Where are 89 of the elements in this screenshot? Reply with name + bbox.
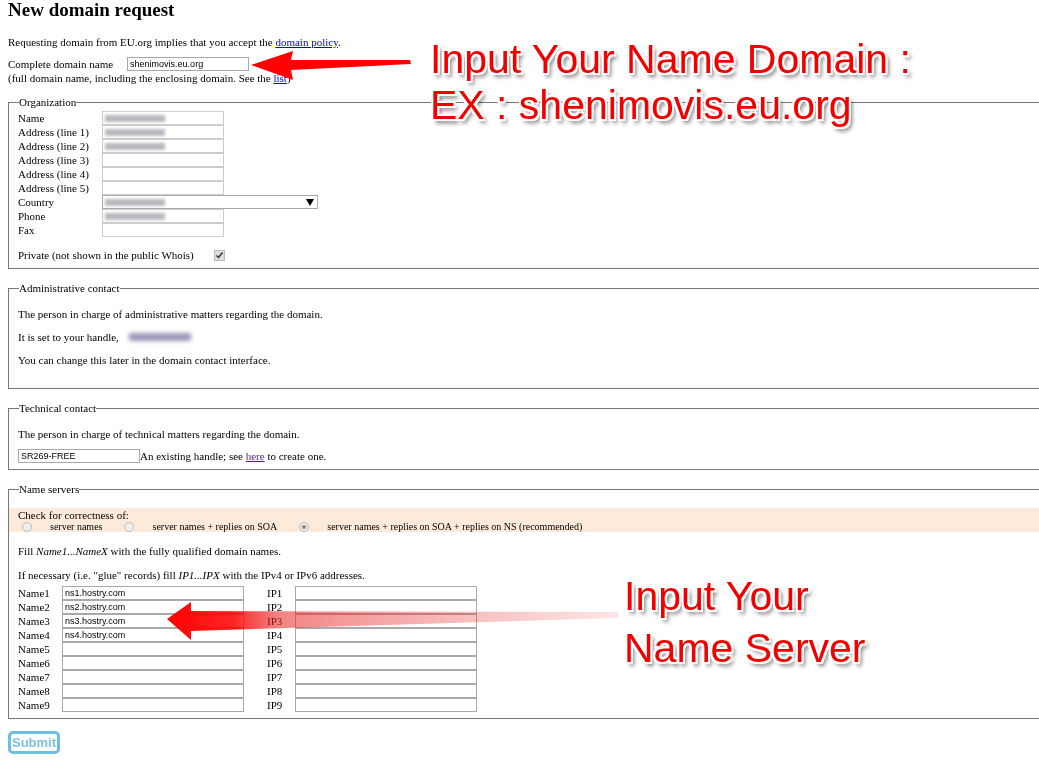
field-label: Country xyxy=(18,195,56,209)
dropdown-caret-icon xyxy=(306,198,314,206)
input-field[interactable] xyxy=(295,684,477,698)
section-legend: Technical contact xyxy=(19,401,97,415)
field-label: Address (line 5) xyxy=(18,181,90,195)
section-legend: Name servers xyxy=(19,482,80,496)
radio-label: server names + replies on SOA xyxy=(152,521,278,532)
field-label: Phone xyxy=(18,209,47,223)
annotation-text: EX : shenimovis.eu.org xyxy=(430,82,853,128)
field-label: IP6 xyxy=(267,656,284,670)
intro-text: Requesting domain from EU.org implies that you accept the domain policy. xyxy=(8,35,342,49)
list-link[interactable]: list xyxy=(273,72,287,84)
input-field[interactable] xyxy=(102,167,224,181)
field-label: IP5 xyxy=(267,642,284,656)
field-label: Fax xyxy=(18,223,36,237)
input-field[interactable] xyxy=(295,642,477,656)
field-label: Name3 xyxy=(18,614,51,628)
input-field[interactable] xyxy=(102,111,224,125)
page-title: New domain request xyxy=(8,0,176,20)
checkbox[interactable] xyxy=(213,249,225,261)
field-label: IP8 xyxy=(267,684,284,698)
field-label: Complete domain name xyxy=(8,57,114,71)
field-label: Address (line 3) xyxy=(18,153,90,167)
field-label: Name2 xyxy=(18,600,51,614)
input-field[interactable] xyxy=(102,139,224,153)
annotation-text: Input Your xyxy=(624,572,810,621)
radio-label: server names + replies on SOA + replies on NS (recommended) xyxy=(327,521,583,532)
redacted-value xyxy=(105,129,165,136)
redacted-value xyxy=(105,115,165,122)
note-text: You can change this later in the domain contact interface. xyxy=(18,353,272,367)
country-select[interactable] xyxy=(102,195,318,209)
handle-label: It is set to your handle, xyxy=(18,330,119,344)
field-label: Name6 xyxy=(18,656,51,670)
input-field[interactable] xyxy=(102,153,224,167)
radio-button[interactable] xyxy=(124,521,135,532)
domain-policy-link[interactable]: domain policy xyxy=(275,36,338,48)
section-legend: Administrative contact xyxy=(19,281,120,295)
section-legend: Organization xyxy=(19,95,77,109)
description-text: The person in charge of administrative matters regarding the domain. xyxy=(18,307,324,321)
input-field[interactable]: ns2.hostry.com xyxy=(62,600,244,614)
field-label: Name5 xyxy=(18,642,51,656)
input-field[interactable] xyxy=(102,125,224,139)
field-label: Name8 xyxy=(18,684,51,698)
input-field[interactable] xyxy=(295,670,477,684)
input-field[interactable] xyxy=(295,628,477,642)
input-field[interactable] xyxy=(295,656,477,670)
note-text: An existing handle; see here to create one. xyxy=(140,449,327,463)
redacted-value xyxy=(105,199,165,206)
redacted-value xyxy=(105,213,165,220)
field-label: Address (line 4) xyxy=(18,167,90,181)
field-label: Name1 xyxy=(18,586,51,600)
radio-button[interactable] xyxy=(22,521,32,532)
field-label: IP3 xyxy=(267,614,284,628)
input-field[interactable] xyxy=(102,223,224,237)
field-label: IP4 xyxy=(267,628,284,642)
field-label: Name9 xyxy=(18,698,51,712)
input-field[interactable] xyxy=(295,698,477,712)
here-link[interactable]: here xyxy=(245,450,265,462)
instruction-text: If necessary (i.e. "glue" records) fill IP1...IPX with the IPv4 or IPv6 addresses. xyxy=(18,568,366,582)
checkbox-label: Private (not shown in the public Whois) xyxy=(18,248,194,262)
annotation-text: Name Server xyxy=(624,624,866,673)
field-label: Name xyxy=(18,111,46,125)
field-label: Address (line 2) xyxy=(18,139,90,153)
radio-label: server names xyxy=(50,521,103,532)
input-field[interactable] xyxy=(62,684,244,698)
domain-input-field[interactable]: shenimovis.eu.org xyxy=(127,57,250,71)
input-field[interactable] xyxy=(102,181,224,195)
field-label: IP7 xyxy=(267,670,284,684)
field-label: IP2 xyxy=(267,600,284,614)
description-text: The person in charge of technical matters regarding the domain. xyxy=(18,427,301,441)
input-field[interactable] xyxy=(62,670,244,684)
field-label: Name7 xyxy=(18,670,51,684)
field-label: IP1 xyxy=(267,586,284,600)
instruction-text: Fill Name1...NameX with the fully qualified domain names. xyxy=(18,544,283,558)
input-field[interactable] xyxy=(102,209,224,223)
check-label: Check for correctness of: xyxy=(18,509,130,521)
field-label: Address (line 1) xyxy=(18,125,90,139)
field-label: Name4 xyxy=(18,628,51,642)
field-label: IP9 xyxy=(267,698,284,712)
annotation-text: Input Your Name Domain : xyxy=(430,36,911,82)
input-field[interactable] xyxy=(62,698,244,712)
input-field[interactable] xyxy=(295,586,477,600)
input-field[interactable]: ns1.hostry.com xyxy=(62,586,244,600)
handle-input-field[interactable]: SR269-FREE xyxy=(18,449,140,463)
input-field[interactable]: ns4.hostry.com xyxy=(62,628,244,642)
redacted-value xyxy=(105,143,165,150)
radio-button[interactable] xyxy=(299,521,310,532)
input-field[interactable] xyxy=(62,656,244,670)
input-field[interactable] xyxy=(62,642,244,656)
